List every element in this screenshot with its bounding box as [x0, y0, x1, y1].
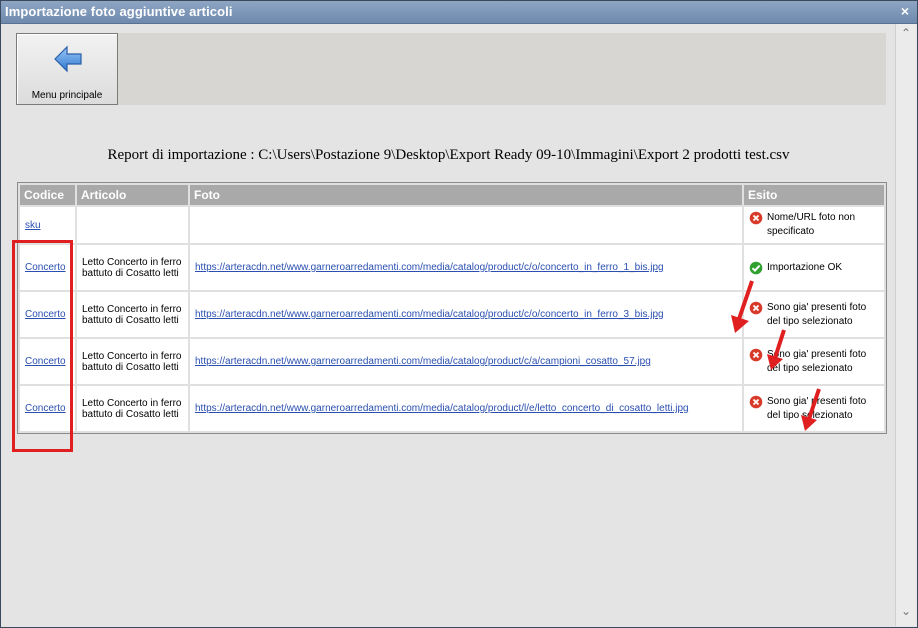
check-icon — [749, 261, 763, 274]
articolo-cell — [77, 207, 188, 243]
main-menu-label: Menu principale — [31, 90, 103, 101]
error-icon — [749, 301, 763, 314]
header-row: Codice Articolo Foto Esito — [20, 185, 884, 205]
codice-link[interactable]: Concerto — [25, 356, 66, 367]
codice-link[interactable]: Concerto — [25, 403, 66, 414]
header-foto[interactable]: Foto — [190, 185, 742, 205]
articolo-cell: Letto Concerto in ferro battuto di Cosat… — [77, 245, 188, 290]
results-grid: Codice Articolo Foto Esito sku Nome/URL f… — [17, 182, 887, 434]
table-row: sku Nome/URL foto non specificato — [20, 207, 884, 243]
scroll-down-icon[interactable]: ⌄ — [896, 604, 916, 624]
toolbar: Menu principale — [16, 33, 886, 105]
title-bar[interactable]: Importazione foto aggiuntive articoli × — [1, 1, 917, 24]
close-icon[interactable]: × — [901, 3, 909, 19]
vertical-scrollbar[interactable]: ⌃ ⌄ — [895, 24, 916, 626]
table-row: Concerto Letto Concerto in ferro battuto … — [20, 245, 884, 290]
esito-cell: Importazione OK — [744, 245, 884, 290]
table-row: Concerto Letto Concerto in ferro battuto … — [20, 386, 884, 431]
codice-cell: Concerto — [20, 386, 75, 431]
error-icon — [749, 395, 763, 408]
codice-link[interactable]: Concerto — [25, 309, 66, 320]
header-codice[interactable]: Codice — [20, 185, 75, 205]
esito-cell: Sono gia' presenti foto del tipo selezio… — [744, 386, 884, 431]
codice-link[interactable]: sku — [25, 220, 41, 231]
codice-cell: sku — [20, 207, 75, 243]
esito-status: Nome/URL foto non specificato — [749, 211, 879, 239]
codice-cell: Concerto — [20, 245, 75, 290]
report-title: Report di importazione : C:\Users\Postaz… — [107, 147, 790, 163]
foto-cell: https://arteracdn.net/www.garneroarredam… — [190, 245, 742, 290]
codice-link[interactable]: Concerto — [25, 262, 66, 273]
foto-url-link[interactable]: https://arteracdn.net/www.garneroarredam… — [195, 356, 651, 367]
error-icon — [749, 211, 763, 225]
codice-cell: Concerto — [20, 292, 75, 337]
foto-url-link[interactable]: https://arteracdn.net/www.garneroarredam… — [195, 262, 664, 273]
foto-cell: https://arteracdn.net/www.garneroarredam… — [190, 339, 742, 384]
esito-text: Importazione OK — [767, 261, 843, 273]
main-menu-button[interactable]: Menu principale — [16, 33, 118, 105]
esito-text: Sono gia' presenti foto del tipo selezio… — [767, 348, 867, 374]
esito-text: Sono gia' presenti foto del tipo selezio… — [767, 301, 867, 327]
articolo-cell: Letto Concerto in ferro battuto di Cosat… — [77, 292, 188, 337]
esito-status: Sono gia' presenti foto del tipo selezio… — [749, 348, 879, 376]
table-row: Concerto Letto Concerto in ferro battuto … — [20, 292, 884, 337]
foto-url-link[interactable]: https://arteracdn.net/www.garneroarredam… — [195, 403, 689, 414]
articolo-cell: Letto Concerto in ferro battuto di Cosat… — [77, 339, 188, 384]
esito-text: Sono gia' presenti foto del tipo selezio… — [767, 395, 867, 421]
window-title: Importazione foto aggiuntive articoli — [5, 4, 233, 19]
error-icon — [749, 348, 763, 361]
header-esito[interactable]: Esito — [744, 185, 884, 205]
table-row: Concerto Letto Concerto in ferro battuto … — [20, 339, 884, 384]
esito-status: Importazione OK — [749, 261, 879, 275]
scroll-up-icon[interactable]: ⌃ — [896, 26, 916, 46]
foto-cell: https://arteracdn.net/www.garneroarredam… — [190, 292, 742, 337]
esito-status: Sono gia' presenti foto del tipo selezio… — [749, 301, 879, 329]
foto-url-link[interactable]: https://arteracdn.net/www.garneroarredam… — [195, 309, 664, 320]
articolo-cell: Letto Concerto in ferro battuto di Cosat… — [77, 386, 188, 431]
foto-cell — [190, 207, 742, 243]
esito-status: Sono gia' presenti foto del tipo selezio… — [749, 395, 879, 423]
header-articolo[interactable]: Articolo — [77, 185, 188, 205]
codice-cell: Concerto — [20, 339, 75, 384]
esito-cell: Sono gia' presenti foto del tipo selezio… — [744, 292, 884, 337]
back-arrow-icon — [54, 45, 82, 73]
esito-text: Nome/URL foto non specificato — [767, 212, 856, 237]
esito-cell: Nome/URL foto non specificato — [744, 207, 884, 243]
foto-cell: https://arteracdn.net/www.garneroarredam… — [190, 386, 742, 431]
esito-cell: Sono gia' presenti foto del tipo selezio… — [744, 339, 884, 384]
import-window: Importazione foto aggiuntive articoli × … — [0, 0, 918, 628]
content-area: Menu principale Report di importazione :… — [2, 24, 895, 626]
